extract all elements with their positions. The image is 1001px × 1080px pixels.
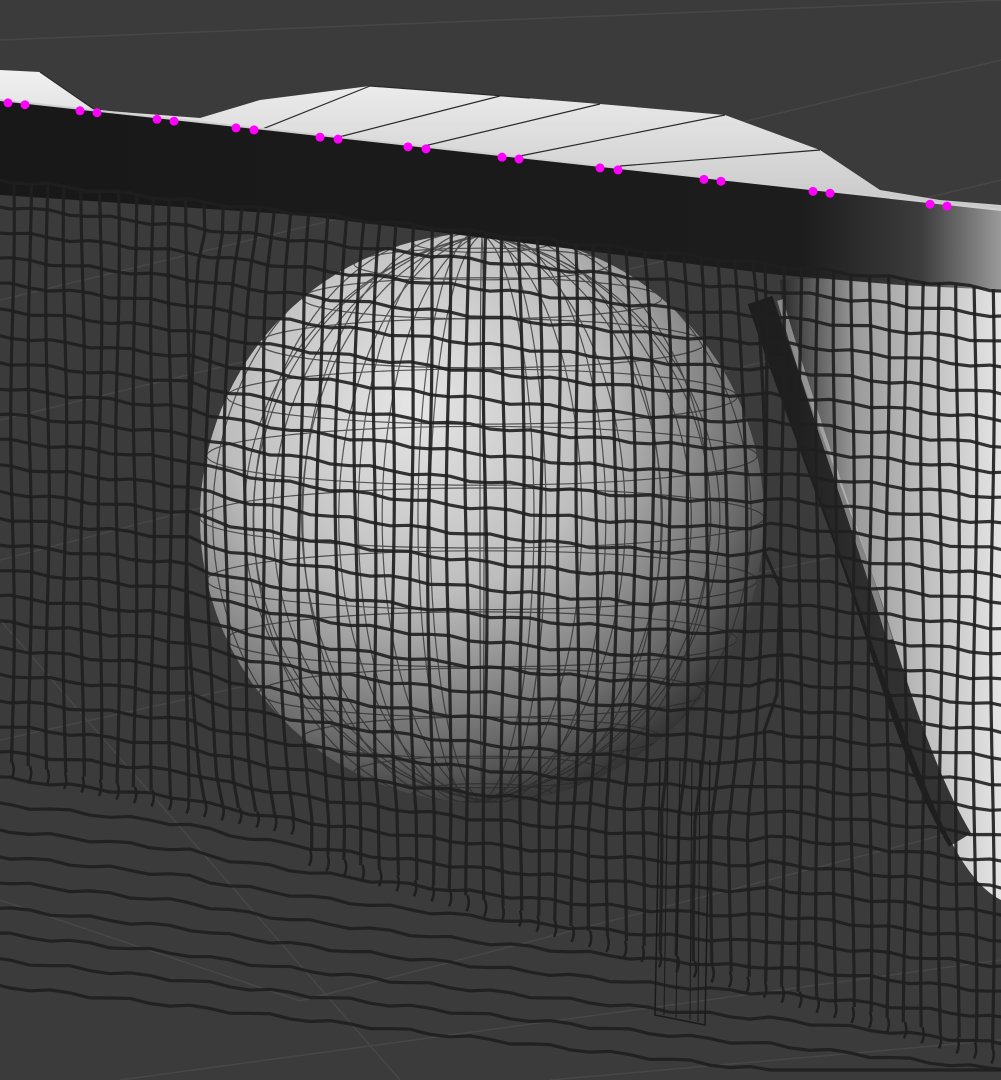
net-fringe bbox=[45, 769, 51, 787]
net-fringe bbox=[867, 1011, 873, 1029]
pinned-vertex-icon[interactable] bbox=[942, 201, 952, 211]
net-vertical-thread bbox=[44, 185, 51, 770]
net-vertical-thread bbox=[901, 279, 909, 1023]
pinned-vertex-icon[interactable] bbox=[403, 142, 413, 152]
net-fringe bbox=[850, 1006, 856, 1024]
net-fringe bbox=[745, 976, 751, 994]
net-fringe bbox=[902, 1021, 908, 1039]
net-vertical-thread bbox=[96, 190, 104, 781]
pinned-vertex-icon[interactable] bbox=[249, 125, 259, 135]
net-fringe bbox=[710, 965, 716, 983]
pinned-vertex-icon[interactable] bbox=[231, 123, 241, 133]
viewport-canvas[interactable] bbox=[0, 0, 1001, 1080]
pinned-vertex-icon[interactable] bbox=[421, 144, 431, 154]
net-fringe bbox=[325, 854, 331, 872]
net-fringe bbox=[552, 920, 558, 938]
pinned-vertex-icon[interactable] bbox=[92, 108, 102, 118]
net-vertical-thread bbox=[849, 273, 856, 1008]
net-fringe bbox=[640, 945, 646, 963]
3d-viewport[interactable] bbox=[0, 0, 1001, 1080]
pinned-vertex-icon[interactable] bbox=[925, 199, 935, 209]
net-fringe bbox=[62, 772, 68, 790]
net-fringe bbox=[517, 910, 523, 928]
net-vertical-thread bbox=[114, 192, 121, 784]
floor-grid-line bbox=[0, 0, 1001, 41]
net-vertical-thread bbox=[149, 196, 156, 791]
net-fringe bbox=[727, 971, 733, 989]
net-fringe bbox=[132, 786, 138, 804]
net-fringe bbox=[622, 940, 628, 958]
net-vertical-thread bbox=[131, 194, 139, 788]
net-fringe bbox=[10, 762, 16, 780]
pinned-vertex-icon[interactable] bbox=[152, 114, 162, 124]
net-fringe bbox=[605, 935, 611, 953]
net-fringe bbox=[290, 818, 296, 836]
floor-grid-line bbox=[119, 959, 1001, 1080]
net-fringe bbox=[587, 930, 593, 948]
net-vertical-thread bbox=[61, 187, 69, 774]
pinned-vertex-icon[interactable] bbox=[169, 116, 179, 126]
net-fringe bbox=[27, 765, 33, 783]
net-fringe bbox=[307, 849, 313, 867]
pinned-vertex-icon[interactable] bbox=[315, 132, 325, 142]
net-fringe bbox=[972, 1042, 978, 1060]
pinned-vertex-icon[interactable] bbox=[699, 174, 709, 184]
net-fringe bbox=[482, 900, 488, 918]
floor-grid-line bbox=[549, 1039, 1001, 1080]
net-fringe bbox=[762, 981, 768, 999]
net-fringe bbox=[465, 894, 471, 912]
net-fringe bbox=[377, 869, 383, 887]
pinned-vertex-icon[interactable] bbox=[75, 106, 85, 116]
pinned-vertex-icon[interactable] bbox=[716, 176, 726, 186]
pinned-vertex-icon[interactable] bbox=[825, 188, 835, 198]
pinned-vertex-icon[interactable] bbox=[613, 165, 623, 175]
pinned-vertex-icon[interactable] bbox=[497, 152, 507, 162]
pinned-vertex-icon[interactable] bbox=[595, 163, 605, 173]
net-fringe bbox=[412, 879, 418, 897]
net-fringe bbox=[832, 1001, 838, 1019]
pinned-vertex-icon[interactable] bbox=[514, 154, 524, 164]
net-fringe bbox=[360, 864, 366, 882]
pinned-vertex-icon[interactable] bbox=[20, 100, 30, 110]
net-fringe bbox=[500, 905, 506, 923]
net-fringe bbox=[342, 859, 348, 877]
pinned-vertex-icon[interactable] bbox=[3, 98, 13, 108]
net-fringe bbox=[885, 1016, 891, 1034]
pinned-vertex-icon[interactable] bbox=[333, 134, 343, 144]
pinned-vertex-icon[interactable] bbox=[808, 186, 818, 196]
net-vertical-thread bbox=[79, 189, 86, 777]
net-vertical-thread bbox=[166, 198, 174, 795]
net-fringe bbox=[990, 1047, 996, 1065]
net-fringe bbox=[447, 889, 453, 907]
net-fringe bbox=[937, 1031, 943, 1049]
